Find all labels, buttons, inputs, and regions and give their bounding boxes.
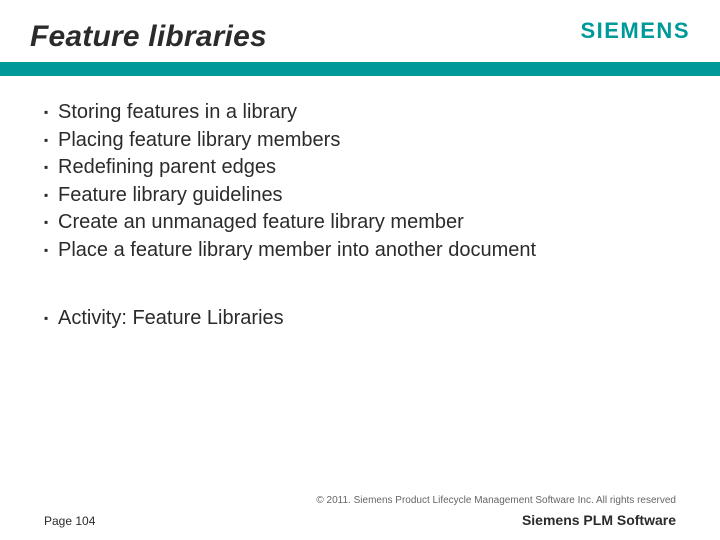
siemens-logo-text: SIEMENS (580, 18, 690, 43)
header: Feature libraries SIEMENS (0, 20, 720, 54)
footer: © 2011. Siemens Product Lifecycle Manage… (0, 495, 720, 528)
siemens-logo: SIEMENS (580, 18, 690, 44)
header-divider-bar (0, 62, 720, 76)
footer-brand: Siemens PLM Software (522, 512, 676, 528)
bullet-item: Placing feature library members (44, 128, 680, 154)
bullet-item: Storing features in a library (44, 100, 680, 126)
spacer (44, 266, 680, 306)
bullet-item: Redefining parent edges (44, 155, 680, 181)
page-number: Page 104 (44, 514, 95, 528)
content-body: Storing features in a library Placing fe… (44, 100, 680, 333)
slide: Feature libraries SIEMENS Storing featur… (0, 0, 720, 540)
bullet-item: Create an unmanaged feature library memb… (44, 210, 680, 236)
bullet-list-1: Storing features in a library Placing fe… (44, 100, 680, 264)
page-title: Feature libraries (30, 20, 267, 54)
bullet-item: Place a feature library member into anot… (44, 238, 680, 264)
footer-row: Page 104 Siemens PLM Software (44, 512, 676, 528)
bullet-item: Activity: Feature Libraries (44, 306, 680, 332)
bullet-item: Feature library guidelines (44, 183, 680, 209)
bullet-list-2: Activity: Feature Libraries (44, 306, 680, 332)
top-margin (0, 0, 720, 20)
copyright-text: © 2011. Siemens Product Lifecycle Manage… (44, 495, 676, 506)
